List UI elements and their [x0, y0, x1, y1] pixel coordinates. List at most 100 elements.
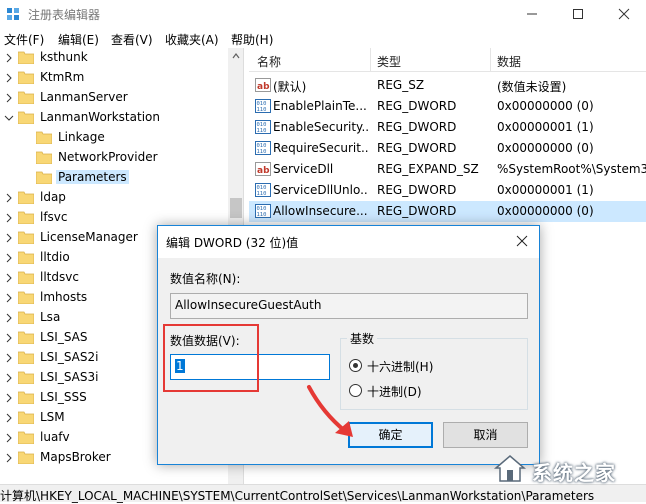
tree-item-label: lmhosts	[40, 290, 88, 304]
watermark-text: 系统之家	[532, 461, 616, 485]
value-row[interactable]: 010 110 RequireSecurit... REG_DWORD 0x000000…	[249, 138, 646, 159]
column-divider[interactable]	[490, 48, 491, 72]
folder-icon	[18, 231, 34, 244]
folder-icon	[18, 371, 34, 384]
value-name-text: AllowInsecureGuestAuth	[175, 298, 322, 312]
value-name-field: AllowInsecureGuestAuth	[170, 293, 528, 319]
folder-icon	[18, 191, 34, 204]
radio-hex-label[interactable]: 十六进制(H)	[367, 358, 433, 375]
tree-item[interactable]: ldap	[0, 188, 228, 208]
tree-item[interactable]: KtmRm	[0, 68, 228, 88]
tree-item[interactable]: Parameters	[0, 168, 228, 188]
expand-right-icon[interactable]	[4, 413, 14, 423]
column-header-type[interactable]: 类型	[377, 53, 401, 70]
tree-item[interactable]: LanmanServer	[0, 88, 228, 108]
expand-right-icon[interactable]	[4, 193, 14, 203]
window-title: 注册表编辑器	[28, 8, 101, 22]
tree-item[interactable]: LanmanWorkstation	[0, 108, 228, 128]
tree-item-label: lltdsvc	[40, 270, 79, 284]
value-data: 0x00000001 (1)	[497, 120, 594, 134]
expand-right-icon[interactable]	[4, 93, 14, 103]
radio-selected-dot	[353, 363, 358, 368]
cancel-button[interactable]: 取消	[443, 422, 528, 448]
folder-icon	[18, 351, 34, 364]
scroll-up-icon[interactable]	[232, 52, 240, 60]
expand-right-icon[interactable]	[4, 213, 14, 223]
maximize-icon	[573, 9, 583, 19]
binary-value-icon: 010110	[255, 183, 271, 197]
value-row[interactable]: 010 110 AllowInsecure... REG_DWORD 0x0000000…	[249, 201, 646, 222]
maximize-button[interactable]	[558, 0, 598, 28]
value-name: AllowInsecure...	[273, 204, 368, 218]
dialog-close-icon[interactable]	[513, 232, 531, 250]
svg-text:110: 110	[257, 212, 267, 218]
value-row[interactable]: 010 110 ServiceDllUnlo... REG_DWORD 0x000000…	[249, 180, 646, 201]
tree-item-label: LSM	[40, 410, 65, 424]
tree-item-label: luafv	[40, 430, 70, 444]
menu-view[interactable]: 查看(V)	[111, 31, 153, 48]
value-row[interactable]: 010 110 EnableSecurity... REG_DWORD 0x000000…	[249, 117, 646, 138]
base-groupbox: 基数 十六进制(H) 十进制(D)	[340, 330, 528, 410]
tree-item-label: LSI_SSS	[40, 390, 87, 404]
tree-item-label: lfsvc	[40, 210, 68, 224]
value-type: REG_DWORD	[377, 99, 457, 113]
menu-help[interactable]: 帮助(H)	[231, 31, 273, 48]
column-header-data[interactable]: 数据	[497, 53, 521, 70]
expand-right-icon[interactable]	[4, 393, 14, 403]
dialog-title: 编辑 DWORD (32 位)值	[166, 236, 299, 250]
tree-item-label: ldap	[40, 190, 66, 204]
expand-right-icon[interactable]	[4, 313, 14, 323]
tree-item-label: ksthunk	[40, 50, 88, 64]
menu-file[interactable]: 文件(F)	[4, 31, 44, 48]
expand-right-icon[interactable]	[4, 53, 14, 63]
expand-right-icon[interactable]	[4, 73, 14, 83]
folder-icon	[36, 151, 52, 164]
value-name: ServiceDllUnlo...	[273, 183, 369, 197]
tree-item-label: LSI_SAS2i	[40, 350, 99, 364]
expand-right-icon[interactable]	[4, 233, 14, 243]
value-data: 0x00000000 (0)	[497, 204, 594, 218]
column-header-name[interactable]: 名称	[257, 53, 281, 70]
tree-scroll-thumb[interactable]	[230, 198, 242, 218]
tree-item-label: LanmanWorkstation	[40, 110, 160, 124]
base-label: 基数	[347, 330, 378, 347]
folder-icon	[18, 91, 34, 104]
radio-decimal-label[interactable]: 十进制(D)	[367, 383, 422, 400]
close-icon	[618, 8, 630, 20]
menu-favorites[interactable]: 收藏夹(A)	[165, 31, 219, 48]
value-name: EnableSecurity...	[273, 120, 369, 134]
string-value-icon: ab	[255, 162, 271, 176]
value-data: 0x00000000 (0)	[497, 141, 594, 155]
expand-right-icon[interactable]	[4, 373, 14, 383]
expand-right-icon[interactable]	[4, 333, 14, 343]
menu-edit[interactable]: 编辑(E)	[58, 31, 99, 48]
tree-item[interactable]: ksthunk	[0, 48, 228, 68]
value-type: REG_SZ	[377, 78, 425, 92]
value-row[interactable]: ab (默认) REG_SZ (数值未设置)	[249, 75, 646, 96]
expand-right-icon[interactable]	[4, 293, 14, 303]
value-row[interactable]: 010 110 EnablePlainTe... REG_DWORD 0x0000000…	[249, 96, 646, 117]
close-button[interactable]	[604, 0, 644, 28]
expand-right-icon[interactable]	[4, 253, 14, 263]
minimize-button[interactable]	[512, 0, 552, 28]
tree-item-label: MapsBroker	[40, 450, 111, 464]
expand-down-icon[interactable]	[4, 113, 14, 123]
regedit-app-icon	[7, 8, 19, 20]
tree-item[interactable]: NetworkProvider	[0, 148, 228, 168]
binary-value-icon: 010110	[255, 120, 271, 134]
string-value-icon: ab	[255, 78, 271, 92]
expand-right-icon[interactable]	[4, 353, 14, 363]
tree-item-label: Parameters	[56, 170, 129, 184]
folder-icon	[18, 311, 34, 324]
radio-hex[interactable]	[349, 359, 362, 372]
expand-right-icon[interactable]	[4, 273, 14, 283]
tree-item[interactable]: Linkage	[0, 128, 228, 148]
value-row[interactable]: ab ServiceDll REG_EXPAND_SZ %SystemRoot%\Sy…	[249, 159, 646, 180]
value-type: REG_DWORD	[377, 204, 457, 218]
expand-right-icon[interactable]	[4, 453, 14, 463]
column-divider[interactable]	[370, 48, 371, 72]
folder-icon	[36, 171, 52, 184]
expand-right-icon[interactable]	[4, 433, 14, 443]
minimize-icon	[527, 13, 537, 15]
value-name: ServiceDll	[273, 162, 334, 176]
